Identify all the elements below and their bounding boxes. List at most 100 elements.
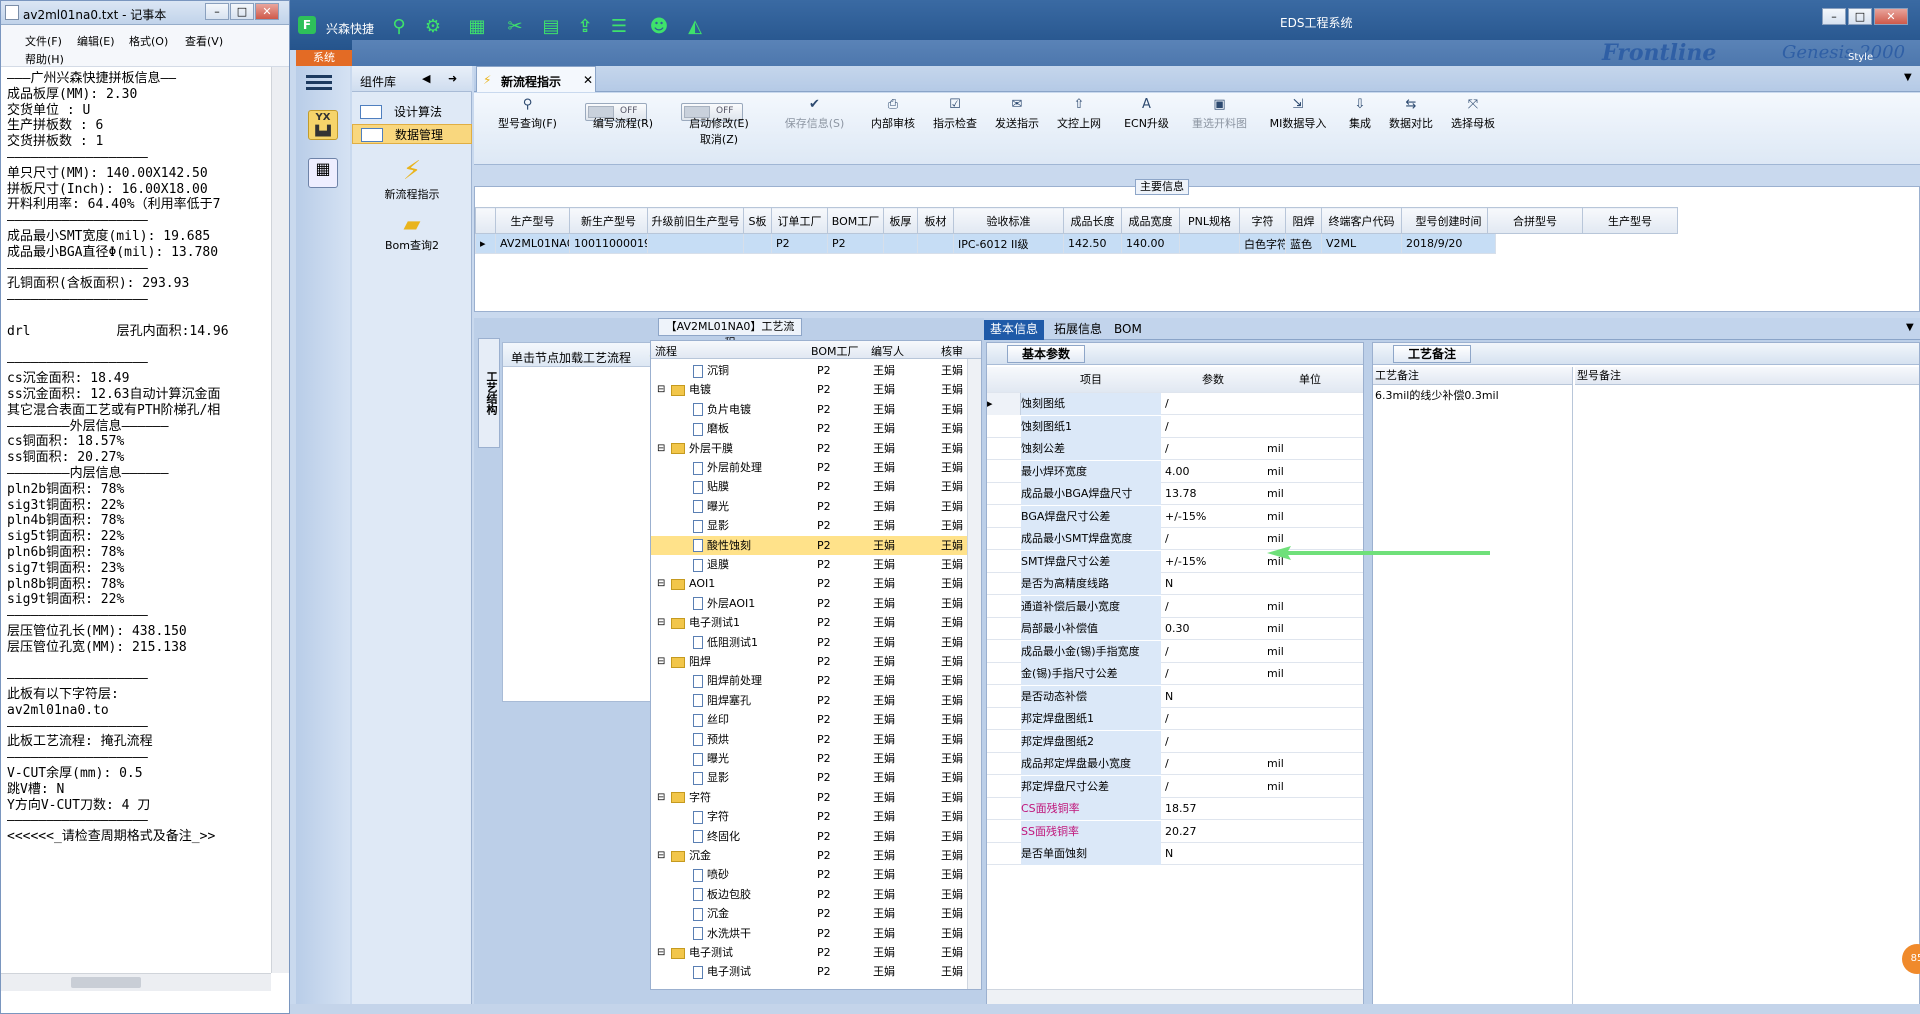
list-item[interactable]: 曝光 P2 王娟 王娟: [651, 749, 967, 768]
list-item[interactable]: ⊟ 电子测试1 P2 王娟 王娟: [651, 613, 967, 632]
main-col-header[interactable]: BOM工厂: [827, 207, 884, 234]
toolbar-button[interactable]: ⤧ 选择母板: [1444, 93, 1502, 165]
toolbar-button[interactable]: ✉ 发送指示: [988, 93, 1046, 165]
main-col-header[interactable]: 板材: [917, 207, 954, 234]
table-row[interactable]: 是否为高精度线路 N: [987, 573, 1363, 595]
process-structure-tab[interactable]: 工艺结构: [478, 338, 500, 448]
maximize-button[interactable]: □: [230, 3, 254, 20]
table-icon[interactable]: ▦: [466, 16, 488, 38]
main-col-header[interactable]: 升级前旧生产型号: [647, 207, 744, 234]
main-col-header[interactable]: 成品宽度: [1121, 207, 1180, 234]
table-row[interactable]: 是否动态补偿 N: [987, 685, 1363, 708]
toolbar-button[interactable]: ▣ 重选开料图: [1185, 93, 1254, 165]
main-col-header[interactable]: 板厚: [883, 207, 918, 234]
component-item-data-management[interactable]: 数据管理: [352, 124, 472, 144]
table-row[interactable]: BGA焊盘尺寸公差 +/-15% mil: [987, 505, 1363, 528]
list-item[interactable]: 显影 P2 王娟 王娟: [651, 516, 967, 535]
list-item[interactable]: 电子测试 P2 王娟 王娟: [651, 962, 967, 981]
table-row[interactable]: 邦定焊盘图纸1/: [987, 708, 1363, 730]
tab-new-flow[interactable]: ⚡ 新流程指示 ✕: [476, 66, 596, 92]
main-cell[interactable]: 140.00: [1121, 233, 1180, 254]
main-cell[interactable]: 白色字符: [1239, 233, 1286, 254]
table-row[interactable]: 是否单面蚀刻 N: [987, 843, 1363, 865]
main-cell[interactable]: [647, 233, 744, 254]
merge-model-grid[interactable]: 合拼型号 生产型号: [1487, 207, 1678, 234]
main-col-header[interactable]: 订单工厂: [771, 207, 828, 234]
menu-view[interactable]: 查看(V): [185, 33, 223, 49]
main-col-header[interactable]: PNL规格: [1179, 207, 1240, 234]
style-menu[interactable]: Style: [1848, 52, 1873, 63]
menu-help[interactable]: 帮助(H): [25, 51, 64, 67]
toolbar-button[interactable]: ⎙ 内部审核: [864, 93, 922, 165]
system-tab[interactable]: 系统: [296, 50, 352, 66]
main-info-grid[interactable]: 生产型号 新生产型号 升级前旧生产型号 S板 订单工厂 BOM工厂 板厚 板材 验收标准 成品长度…: [475, 207, 1496, 254]
toolbar-button[interactable]: ⇧ 文控上网: [1050, 93, 1108, 165]
collapse-left-icon[interactable]: ◀: [422, 72, 430, 85]
notepad-text-area[interactable]: ———广州兴森快捷拼板信息—— 成品板厚(MM): 2.30 交货单位 : U 生产拼…: [7, 71, 271, 975]
tree-expander-icon[interactable]: ⊟: [657, 652, 665, 671]
process-flow-tree[interactable]: 流程 BOM工厂 编写人 核审 沉铜 P2 王娟 王娟 ⊟ 电镀 P2 王娟 王娟 负片电镀 P2 王…: [650, 340, 982, 990]
main-cell[interactable]: AV2ML01NA0: [495, 233, 570, 254]
main-cell[interactable]: 10011000019234: [569, 233, 648, 254]
main-cell[interactable]: [743, 233, 772, 254]
component-item-design[interactable]: 设计算法: [352, 102, 472, 122]
process-notes-text[interactable]: 6.3mil的线少补偿0.3mil: [1373, 385, 1572, 405]
list-item[interactable]: ⊟ 沉金 P2 王娟 王娟: [651, 846, 967, 865]
list-item[interactable]: 低阻测试1 P2 王娟 王娟: [651, 633, 967, 652]
menu-file[interactable]: 文件(F): [25, 33, 62, 49]
list-item[interactable]: ⊟ 电镀 P2 王娟 王娟: [651, 380, 967, 399]
row-select[interactable]: ▸: [987, 393, 1021, 415]
list-item[interactable]: 负片电镀 P2 王娟 王娟: [651, 400, 967, 419]
flow-vertical-scrollbar[interactable]: [967, 359, 981, 989]
film-icon[interactable]: ▤: [540, 16, 562, 38]
main-cell[interactable]: P2: [771, 233, 828, 254]
toolbar-button[interactable]: ⇩ 集成: [1342, 93, 1378, 165]
bom-query-command[interactable]: ▰ Bom查询2: [352, 212, 472, 253]
list-item[interactable]: 喷砂 P2 王娟 王娟: [651, 865, 967, 884]
toolbar-button[interactable]: ☑ 指示检查: [926, 93, 984, 165]
process-notes-column[interactable]: 工艺备注 6.3mil的线少补偿0.3mil: [1373, 367, 1573, 1005]
toolbar-button[interactable]: ⇆ 数据对比: [1382, 93, 1440, 165]
app-minimize-button[interactable]: –: [1822, 8, 1846, 25]
main-col-header[interactable]: S板: [743, 207, 772, 234]
list-item[interactable]: ⊟ 外层干膜 P2 王娟 王娟: [651, 439, 967, 458]
list-item[interactable]: 板边包胶 P2 王娟 王娟: [651, 885, 967, 904]
main-cell[interactable]: [917, 233, 954, 254]
export-icon[interactable]: ⇪: [574, 16, 596, 38]
list-item[interactable]: 字符 P2 王娟 王娟: [651, 807, 967, 826]
gear-icon[interactable]: ⚙: [422, 16, 444, 38]
list-item[interactable]: 酸性蚀刻 P2 王娟 王娟: [651, 535, 967, 555]
list-item[interactable]: 水洗烘干 P2 王娟 王娟: [651, 924, 967, 943]
main-col-header[interactable]: 生产型号: [495, 207, 570, 234]
tab-extended-info[interactable]: 拓展信息: [1048, 320, 1108, 340]
pin-icon[interactable]: ➜: [448, 72, 457, 85]
main-col-header[interactable]: 阻焊: [1285, 207, 1322, 234]
user-icon[interactable]: ☻: [648, 16, 670, 38]
main-col-header[interactable]: 验收标准: [953, 207, 1064, 234]
tab-basic-info[interactable]: 基本信息: [984, 320, 1045, 340]
main-col-header[interactable]: 型号创建时间: [1401, 207, 1496, 234]
notepad-vertical-scrollbar[interactable]: [271, 67, 289, 973]
list-item[interactable]: ⊟ 电子测试 P2 王娟 王娟: [651, 943, 967, 962]
main-col-header[interactable]: 成品长度: [1063, 207, 1122, 234]
app-close-button[interactable]: ✕: [1874, 8, 1908, 25]
main-cell[interactable]: P2: [827, 233, 884, 254]
table-row[interactable]: SS面残铜率 20.27: [987, 820, 1363, 843]
list-item[interactable]: 终固化 P2 王娟 王娟: [651, 827, 967, 846]
yx-factory-icon[interactable]: YX ▙▟: [308, 110, 338, 140]
menu-format[interactable]: 格式(O): [129, 33, 168, 49]
list-item[interactable]: 沉铜 P2 王娟 王娟: [651, 361, 967, 380]
main-cell[interactable]: [1179, 233, 1240, 254]
toolbar-button[interactable]: 编写流程(R): [577, 93, 669, 165]
toolbar-button[interactable]: 启动修改(E) 取消(Z): [673, 93, 765, 165]
tabs-dropdown-icon[interactable]: ▼: [1904, 72, 1912, 83]
table-row[interactable]: 蚀刻公差 / mil: [987, 438, 1363, 460]
search-icon[interactable]: ⚲: [388, 16, 410, 38]
table-row[interactable]: ▸AV2ML01NA010011000019234 P2P2 IPC-6012 II…: [475, 233, 1496, 254]
toolbar-button[interactable]: ⚲ 型号查询(F): [482, 93, 573, 165]
table-row[interactable]: 最小焊环宽度 4.00 mil: [987, 460, 1363, 483]
list-item[interactable]: 退膜 P2 王娟 王娟: [651, 555, 967, 574]
panel-dropdown-icon[interactable]: ▼: [1906, 322, 1914, 333]
menu-icon[interactable]: [306, 72, 332, 94]
main-cell[interactable]: V2ML: [1321, 233, 1402, 254]
